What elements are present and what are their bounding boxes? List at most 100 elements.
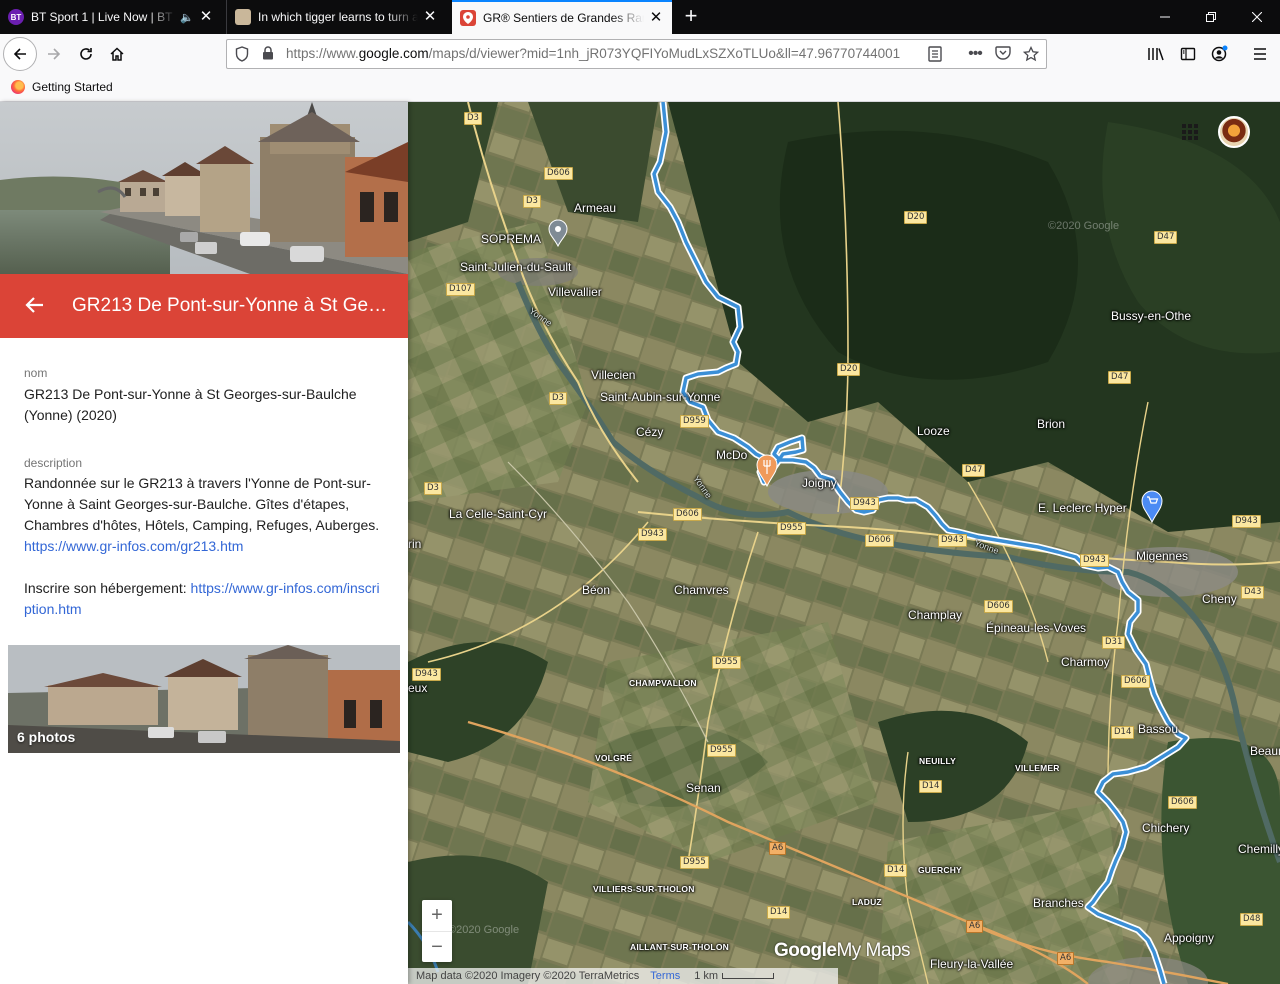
tab-title: In which tigger learns to turn around	[258, 10, 418, 24]
road-badge: D955	[712, 656, 741, 669]
minimize-icon	[1160, 16, 1170, 18]
map-label: Bassou	[1138, 722, 1179, 736]
forward-button[interactable]	[38, 38, 70, 70]
road-badge: D943	[638, 528, 667, 541]
address-bar[interactable]: https://www.google.com/maps/d/viewer?mid…	[226, 39, 1047, 69]
road-badge: A6	[769, 842, 787, 855]
close-tab-icon[interactable]: ✕	[648, 10, 664, 26]
map-label: Saint-Aubin-sur-Yonne	[600, 390, 721, 404]
map-label-small: VOLGRÉ	[595, 753, 633, 763]
road-badge: D3	[464, 112, 482, 125]
tab-strip: BT BT Sport 1 | Live Now | BT Sport 🔈 ✕ …	[0, 0, 1280, 34]
minimize-button[interactable]	[1142, 0, 1188, 34]
hero-photo[interactable]	[0, 102, 408, 274]
bookmark-getting-started[interactable]: Getting Started	[11, 80, 113, 94]
scale-bar	[722, 973, 775, 979]
close-tab-icon[interactable]: ✕	[198, 9, 214, 25]
library-button[interactable]	[1140, 38, 1172, 70]
forward-arrow-icon	[48, 48, 61, 60]
user-avatar[interactable]	[1218, 116, 1250, 148]
new-tab-button[interactable]: +	[678, 0, 704, 34]
map-label: Joigny	[802, 476, 837, 490]
photo-gallery[interactable]: 6 photos	[8, 645, 400, 753]
road-badge: D943	[412, 668, 441, 681]
scale-label[interactable]: 1 km	[694, 970, 718, 982]
map-label: Chemilly	[1238, 842, 1280, 856]
gr213-link[interactable]: https://www.gr-infos.com/gr213.htm	[24, 538, 243, 554]
road-badge: D606	[865, 534, 894, 547]
reload-button[interactable]	[70, 38, 102, 70]
sidebar-button[interactable]	[1172, 38, 1204, 70]
bookmarks-toolbar: Getting Started	[0, 74, 1280, 102]
road-badge: D20	[837, 363, 861, 376]
map-label: Chamvres	[674, 583, 729, 597]
map-label[interactable]: E. Leclerc Hyper	[1038, 501, 1127, 515]
map-label-small: CHAMPVALLON	[629, 678, 697, 688]
terms-link[interactable]: Terms	[650, 970, 680, 982]
lock-icon[interactable]	[260, 46, 276, 62]
bt-sport-favicon: BT	[8, 9, 24, 25]
tab-title: BT Sport 1 | Live Now | BT Sport	[31, 10, 177, 24]
map-watermark: ©2020 Google	[448, 924, 520, 936]
feature-title: GR213 De Pont-sur-Yonne à St Georges-sur…	[72, 295, 392, 316]
road-badge: D943	[1080, 554, 1109, 567]
map-watermark: ©2020 Google	[1048, 220, 1120, 232]
menu-button[interactable]	[1244, 38, 1276, 70]
road-badge: A6	[966, 920, 984, 933]
bookmark-label: Getting Started	[32, 80, 113, 94]
restore-button[interactable]	[1188, 0, 1234, 34]
map-view[interactable]: Armeau SOPREMA Saint-Julien-du-Sault Vil…	[408, 102, 1280, 984]
library-icon	[1148, 48, 1164, 61]
speaker-icon[interactable]: 🔈	[180, 11, 194, 24]
field-value-nom: GR213 De Pont-sur-Yonne à St Georges-sur…	[24, 386, 357, 423]
map-label[interactable]: McDo	[716, 448, 747, 462]
road-badge: D43	[1241, 586, 1265, 599]
map-label[interactable]: SOPREMA	[481, 232, 541, 246]
back-arrow-icon[interactable]	[24, 294, 46, 316]
feature-details-panel: GR213 De Pont-sur-Yonne à St Georges-sur…	[0, 102, 408, 984]
navigation-toolbar: https://www.google.com/maps/d/viewer?mid…	[0, 34, 1280, 74]
road-badge: D943	[850, 497, 879, 510]
field-label-nom: nom	[24, 366, 48, 380]
close-icon	[1252, 12, 1262, 22]
map-label: Chichery	[1142, 821, 1190, 835]
close-window-button[interactable]	[1234, 0, 1280, 34]
bookmark-star-icon[interactable]	[1022, 45, 1040, 62]
road-badge: D3	[549, 392, 567, 405]
road-badge: D14	[884, 864, 908, 877]
field-label-description: description	[24, 456, 83, 470]
tab-bt-sport[interactable]: BT BT Sport 1 | Live Now | BT Sport 🔈 ✕	[0, 0, 222, 34]
road-badge: D943	[938, 534, 967, 547]
photo-count: 6 photos	[17, 729, 76, 745]
road-badge: A6	[1057, 952, 1075, 965]
map-label: Fleury-la-Vallée	[930, 957, 1014, 971]
home-button[interactable]	[101, 38, 133, 70]
attribution-text: Map data ©2020 Imagery ©2020 TerraMetric…	[416, 970, 640, 982]
apps-grid-icon[interactable]	[1182, 124, 1198, 140]
map-label: rin	[408, 537, 422, 551]
tigger-favicon	[235, 9, 251, 25]
road-badge: D3	[523, 195, 541, 208]
panel-header: GR213 De Pont-sur-Yonne à St Georges-sur…	[0, 274, 408, 338]
page-actions-icon[interactable]: •••	[967, 46, 983, 62]
zoom-out-button[interactable]: −	[422, 931, 452, 962]
map-label: Bussy-en-Othe	[1111, 309, 1192, 323]
hamburger-menu-icon	[1254, 48, 1266, 60]
tab-tigger[interactable]: In which tigger learns to turn around ✕	[226, 0, 446, 34]
road-badge: D606	[1121, 675, 1150, 688]
map-label-small: GUERCHY	[918, 865, 962, 875]
road-badge: D47	[962, 464, 986, 477]
tracking-shield-icon[interactable]	[234, 46, 250, 62]
back-button[interactable]	[3, 37, 37, 71]
pocket-icon[interactable]	[995, 46, 1011, 62]
road-badge: D959	[680, 415, 709, 428]
url-text[interactable]: https://www.google.com/maps/d/viewer?mid…	[286, 46, 916, 61]
close-tab-icon[interactable]: ✕	[422, 9, 438, 25]
zoom-in-button[interactable]: +	[422, 900, 452, 931]
road-badge: D943	[1232, 515, 1261, 528]
reader-view-icon[interactable]	[927, 46, 943, 62]
road-badge: D606	[1168, 796, 1197, 809]
road-badge: D20	[904, 211, 928, 224]
tab-gr-sentiers[interactable]: GR® Sentiers de Grandes Randonnées ✕	[452, 0, 672, 34]
account-button[interactable]	[1204, 38, 1236, 70]
